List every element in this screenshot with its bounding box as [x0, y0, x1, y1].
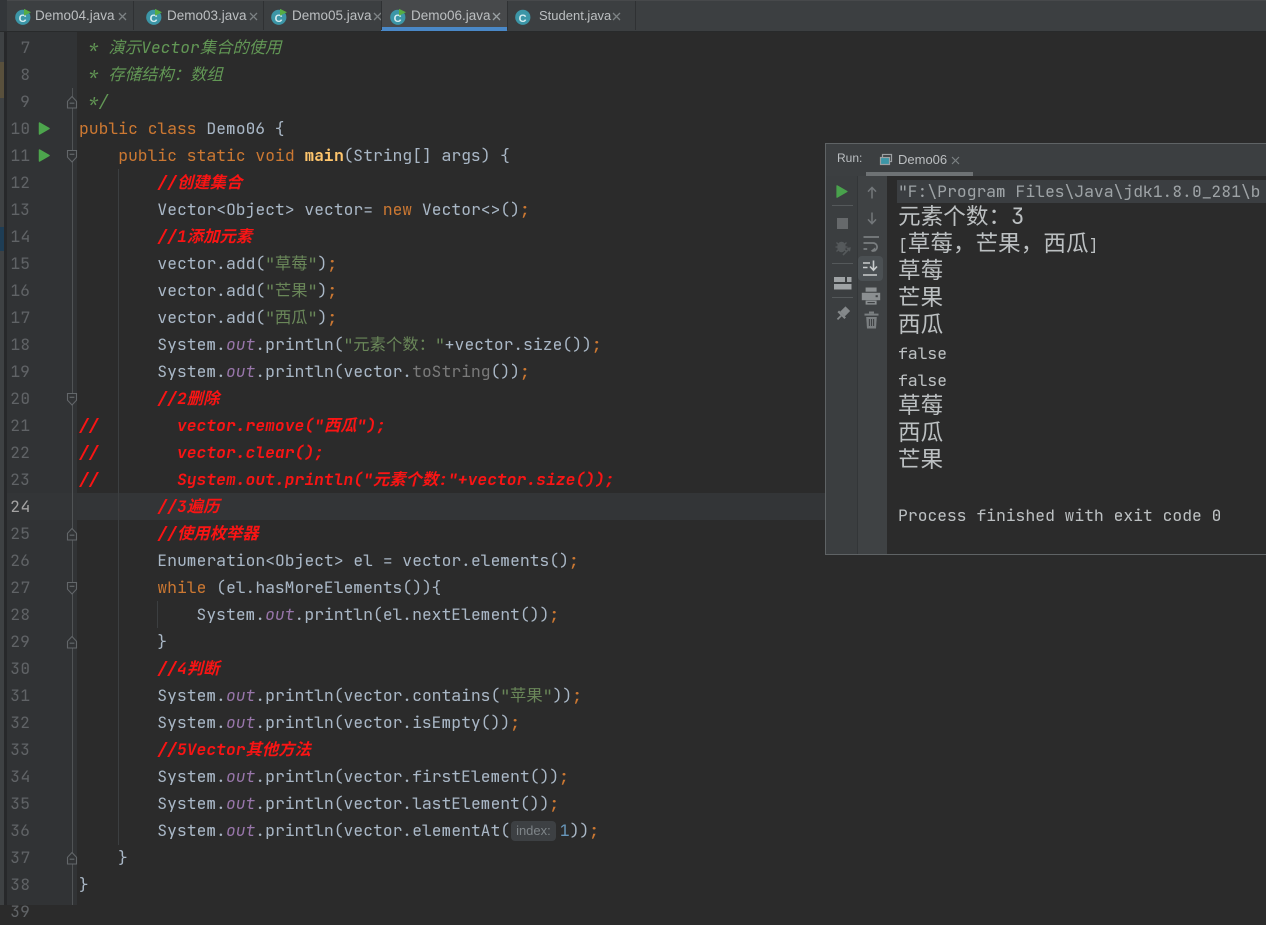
- svg-text:C: C: [519, 13, 527, 25]
